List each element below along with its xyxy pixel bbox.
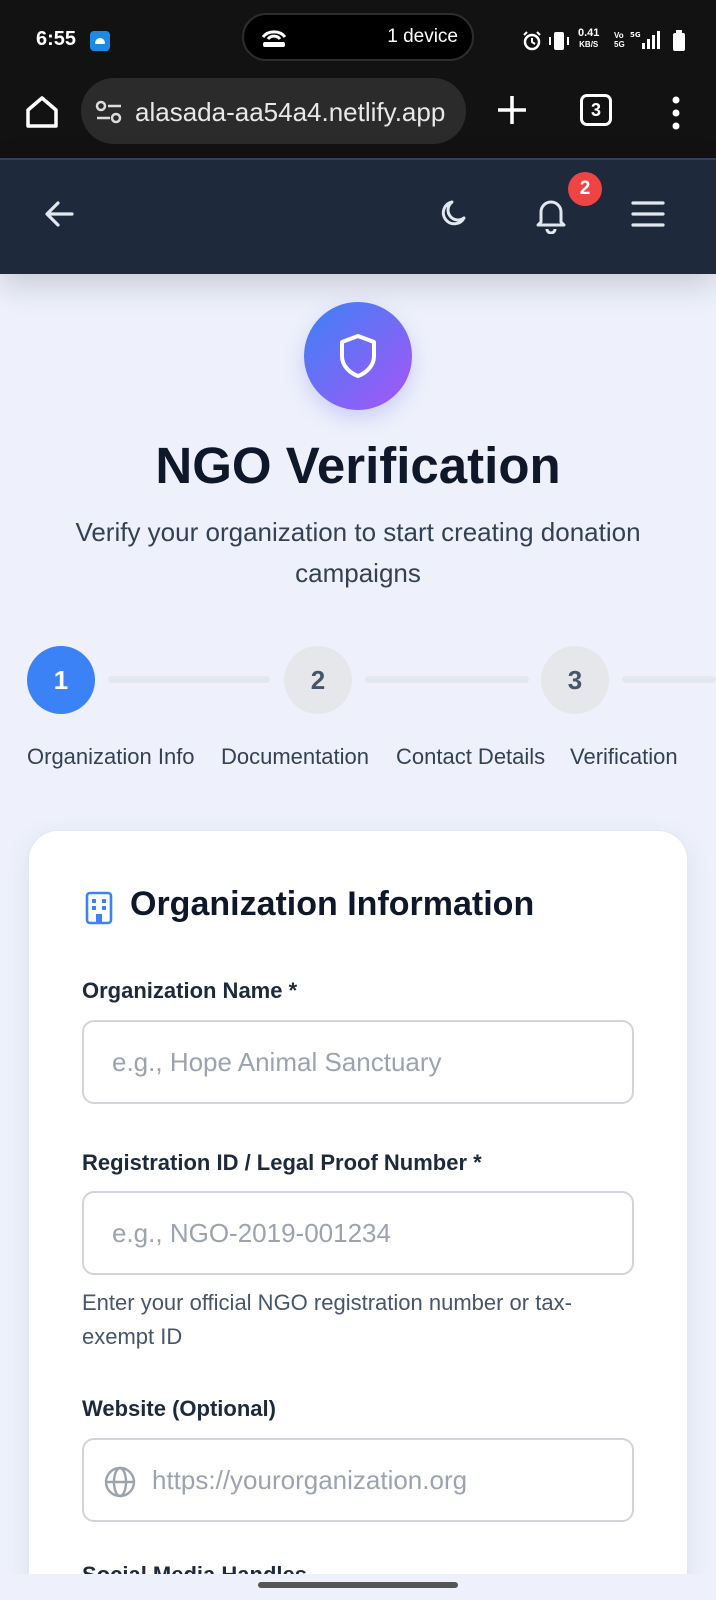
page-title: NGO Verification bbox=[155, 437, 561, 494]
bell-icon[interactable] bbox=[532, 194, 570, 234]
cast-device-label: 1 device bbox=[387, 26, 458, 47]
home-indicator[interactable] bbox=[258, 1582, 458, 1588]
step-connector bbox=[365, 676, 529, 683]
page-subtitle: Verify your organization to start creati… bbox=[75, 517, 641, 588]
step-3-label: Contact Details bbox=[396, 744, 546, 769]
status-time: 6:55 bbox=[36, 28, 77, 50]
back-arrow-icon[interactable] bbox=[42, 196, 78, 232]
step-3-indicator[interactable]: 3 bbox=[541, 646, 609, 714]
app-header: 2 bbox=[0, 158, 716, 274]
url-bar[interactable]: alasada-aa54a4.netlify.app bbox=[81, 78, 466, 144]
hamburger-menu-icon[interactable] bbox=[630, 196, 666, 232]
step-2-indicator[interactable]: 2 bbox=[284, 646, 352, 714]
shield-badge bbox=[304, 302, 412, 410]
moon-icon[interactable] bbox=[437, 196, 473, 232]
organization-name-input[interactable] bbox=[82, 1020, 634, 1104]
step-connector bbox=[108, 676, 270, 683]
status-bar: 6:55 1 device 0.41 KB/S Vo 5G 5G bbox=[0, 0, 716, 78]
organization-name-label: Organization Name * bbox=[82, 978, 298, 1003]
data-rate-value: 0.41 bbox=[578, 27, 600, 39]
browser-toolbar: alasada-aa54a4.netlify.app 3 bbox=[0, 78, 716, 158]
registration-id-input[interactable] bbox=[82, 1191, 634, 1275]
step-1-indicator[interactable]: 1 bbox=[27, 646, 95, 714]
step-1-label: Organization Info bbox=[27, 744, 195, 769]
site-settings-icon[interactable] bbox=[95, 99, 123, 125]
more-options-icon[interactable] bbox=[668, 96, 684, 130]
data-rate-unit: KB/S bbox=[579, 40, 599, 49]
registration-id-help: Enter your official NGO registration num… bbox=[82, 1290, 572, 1349]
vibrate-icon bbox=[549, 32, 569, 50]
step-2-label: Documentation bbox=[221, 744, 369, 769]
tab-switcher-button[interactable]: 3 bbox=[580, 94, 612, 126]
alarm-icon bbox=[523, 31, 541, 51]
signal-icon: 5G bbox=[630, 31, 660, 49]
url-text[interactable]: alasada-aa54a4.netlify.app bbox=[135, 97, 453, 128]
data-rate: 0.41 KB/S bbox=[578, 28, 599, 50]
notification-badge: 2 bbox=[568, 172, 602, 206]
website-label: Website (Optional) bbox=[82, 1396, 276, 1421]
android-app-icon bbox=[90, 31, 110, 51]
shield-icon bbox=[340, 334, 376, 378]
registration-id-label: Registration ID / Legal Proof Number * bbox=[82, 1150, 482, 1175]
step-connector bbox=[622, 676, 716, 683]
step-4-label: Verification bbox=[570, 744, 678, 769]
building-icon bbox=[85, 891, 113, 925]
volte-icon: Vo 5G bbox=[614, 31, 625, 49]
section-title: Organization Information bbox=[130, 885, 535, 923]
cast-icon bbox=[261, 30, 287, 47]
battery-icon bbox=[673, 30, 685, 51]
home-icon[interactable] bbox=[22, 92, 62, 132]
website-input[interactable] bbox=[82, 1438, 634, 1522]
svg-text:5G: 5G bbox=[630, 31, 641, 39]
status-icons: 0.41 KB/S Vo 5G 5G bbox=[522, 28, 692, 52]
cast-indicator[interactable]: 1 device bbox=[242, 13, 474, 61]
new-tab-icon[interactable] bbox=[494, 92, 530, 128]
globe-icon bbox=[104, 1466, 136, 1498]
